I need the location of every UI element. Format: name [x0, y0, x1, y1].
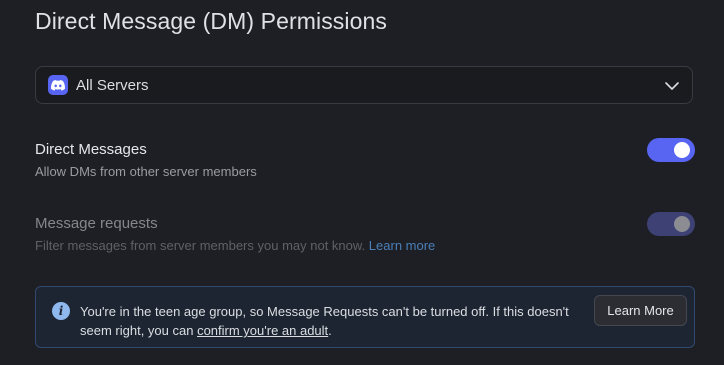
- notice-text-end: .: [328, 323, 332, 338]
- message-requests-title: Message requests: [35, 215, 158, 232]
- dm-permissions-panel: Direct Message (DM) Permissions All Serv…: [0, 0, 724, 365]
- learn-more-button[interactable]: Learn More: [594, 295, 687, 326]
- learn-more-link[interactable]: Learn more: [369, 238, 435, 253]
- teen-notice-banner: i You're in the teen age group, so Messa…: [35, 286, 695, 348]
- toggle-knob: [674, 216, 690, 232]
- direct-messages-toggle[interactable]: [647, 138, 695, 162]
- server-select-value: All Servers: [76, 76, 149, 94]
- notice-text: You're in the teen age group, so Message…: [80, 302, 600, 340]
- page-title: Direct Message (DM) Permissions: [35, 8, 387, 34]
- message-requests-description-text: Filter messages from server members you …: [35, 238, 366, 253]
- toggle-knob: [674, 142, 690, 158]
- confirm-adult-link[interactable]: confirm you're an adult: [197, 323, 328, 338]
- message-requests-toggle[interactable]: [647, 212, 695, 236]
- server-select-dropdown[interactable]: All Servers: [35, 66, 693, 104]
- chevron-down-icon: [665, 82, 679, 90]
- direct-messages-description: Allow DMs from other server members: [35, 164, 257, 179]
- direct-messages-title: Direct Messages: [35, 141, 147, 158]
- message-requests-description: Filter messages from server members you …: [35, 238, 435, 253]
- info-icon: i: [52, 302, 70, 320]
- discord-logo-icon: [48, 75, 68, 95]
